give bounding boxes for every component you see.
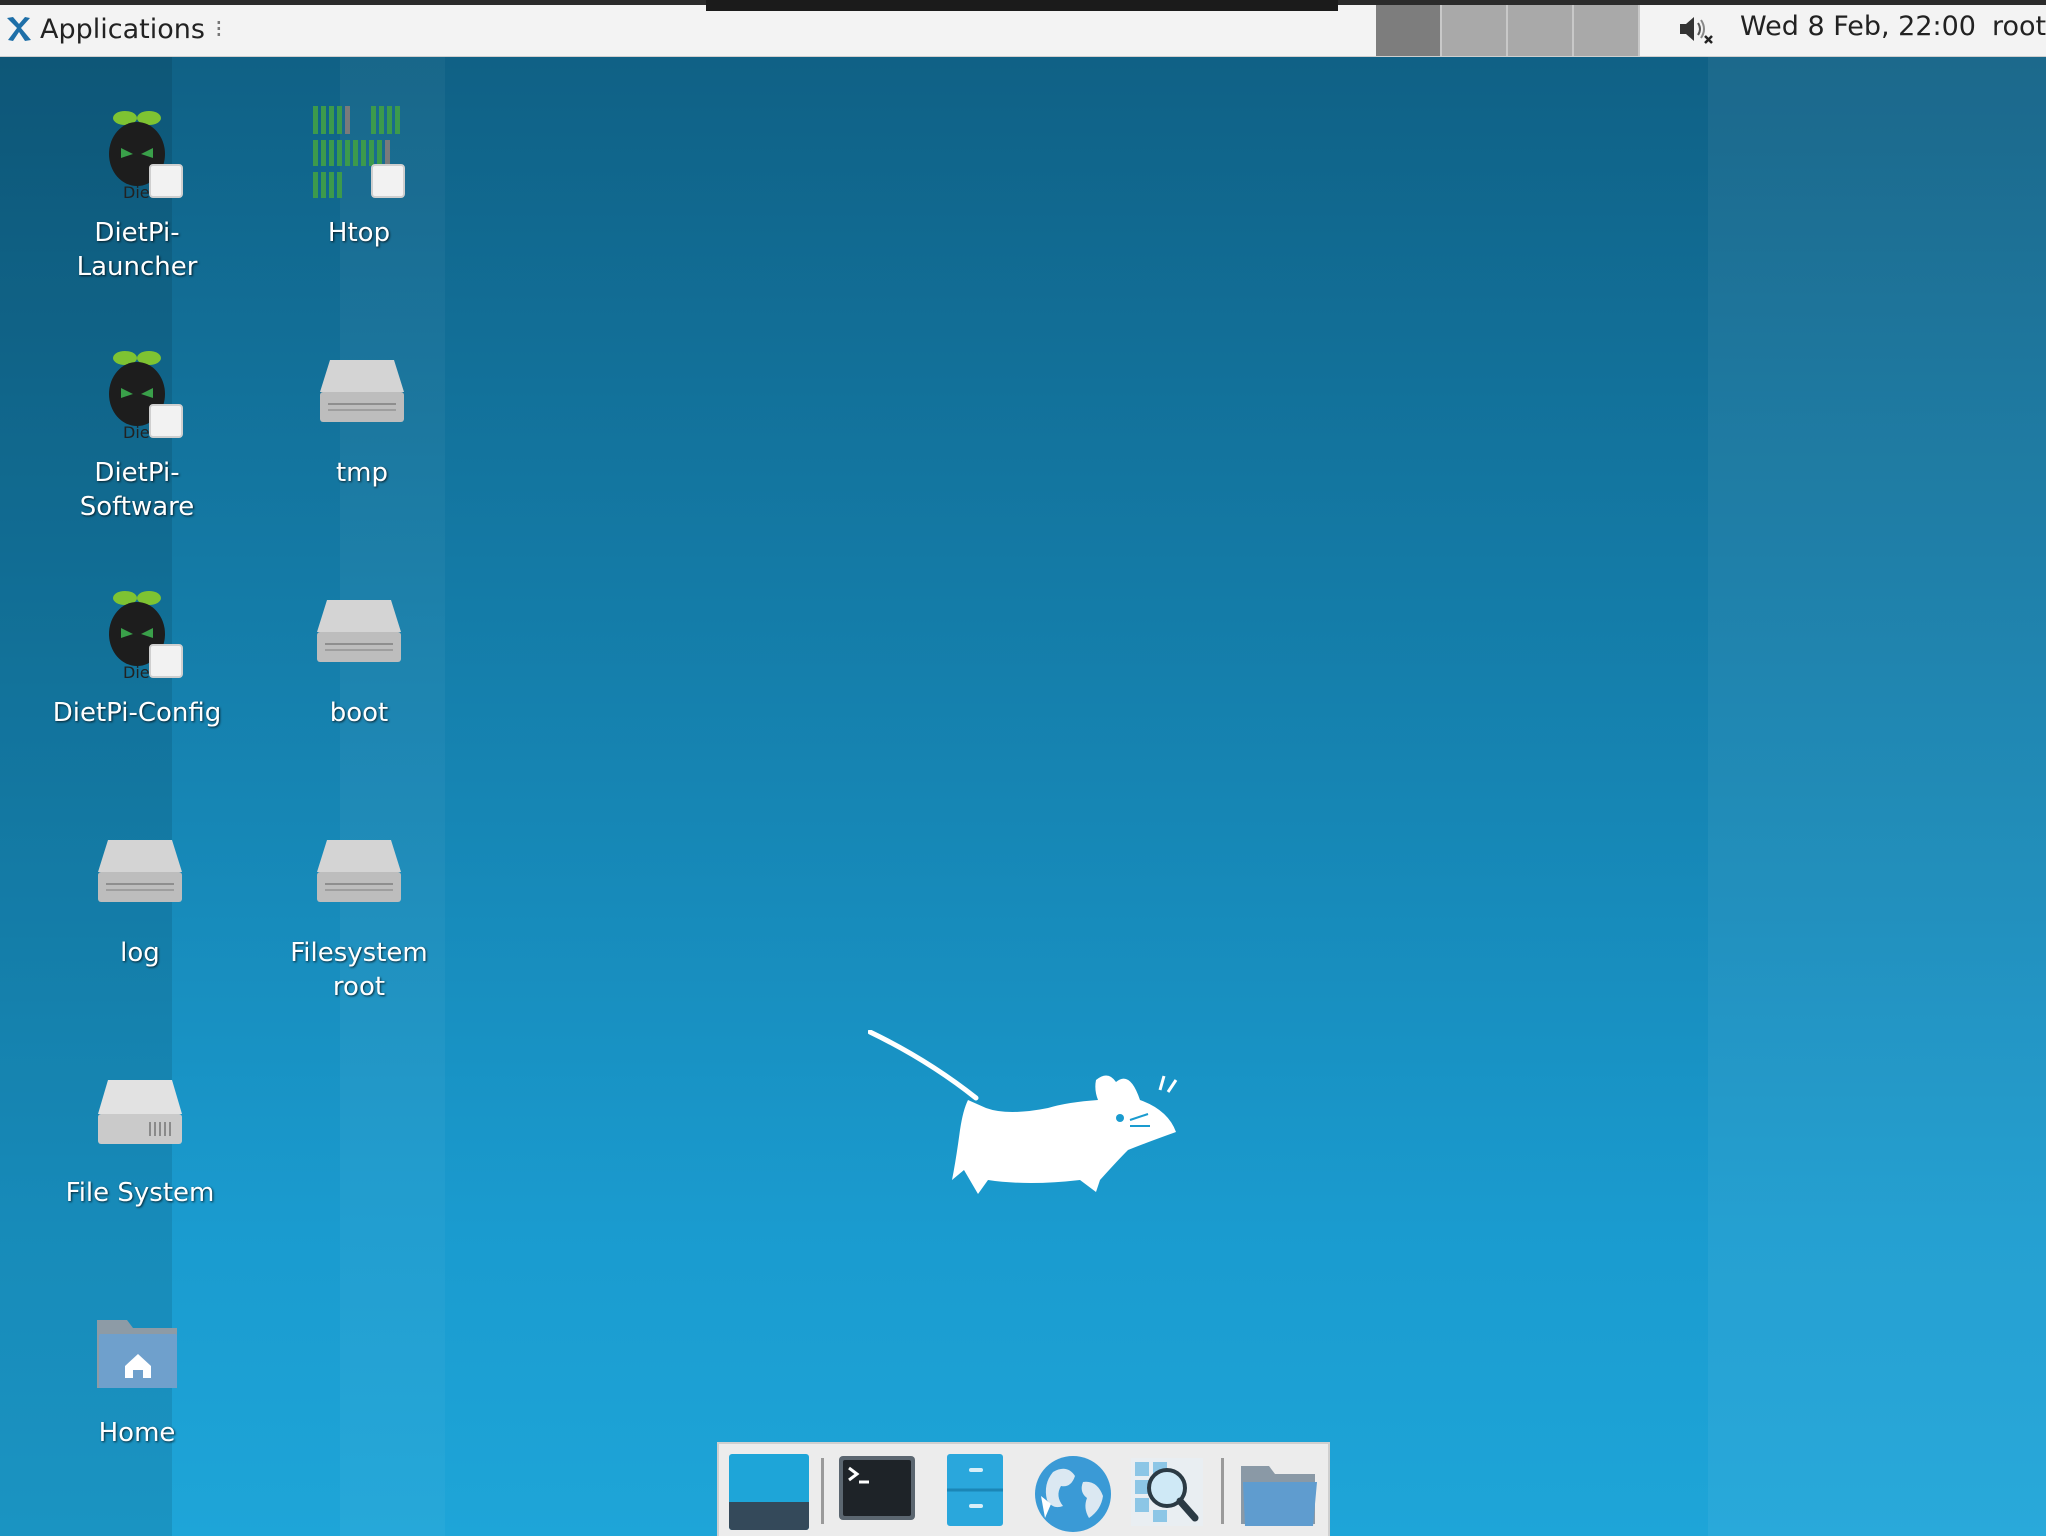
svg-text:Die: Die	[123, 663, 150, 682]
workspace-1[interactable]	[1376, 5, 1442, 56]
terminal-icon	[839, 1456, 915, 1520]
applications-label: Applications	[40, 13, 205, 45]
clock[interactable]: Wed 8 Feb, 22:00	[1740, 11, 1976, 42]
icon-label: File System	[65, 1178, 215, 1208]
drive-icon	[309, 824, 409, 924]
folder-icon	[1241, 1466, 1317, 1526]
background-stripe	[1708, 56, 2046, 1536]
xfce-mouse-wallpaper-logo	[867, 1029, 1188, 1210]
icon-label: tmp	[335, 458, 389, 488]
dietpi-logo-icon: Die	[87, 584, 187, 684]
dietpi-logo-icon: Die	[87, 104, 187, 204]
icon-label: DietPi-Config	[52, 698, 222, 728]
terminal-launcher[interactable]	[837, 1452, 921, 1532]
folder-launcher[interactable]	[1237, 1452, 1321, 1532]
icon-label: Htop	[327, 218, 391, 248]
drive-icon	[309, 584, 409, 684]
desktop-icon-tmp[interactable]: tmp	[257, 344, 467, 490]
dietpi-logo-icon: Die	[87, 344, 187, 444]
desktop-icon-filesystem-root[interactable]: Filesystem root	[254, 824, 464, 1004]
workspace-2[interactable]	[1442, 5, 1508, 56]
desktop-icon-htop[interactable]: Htop	[254, 104, 464, 250]
background-stripe	[340, 56, 445, 1536]
shortcut-arrow-icon	[149, 404, 183, 438]
desktop-icon-dietpi-software[interactable]: Die DietPi- Software	[32, 344, 242, 524]
file-cabinet-icon	[947, 1454, 1003, 1526]
desktop-icon-dietpi-launcher[interactable]: Die DietPi- Launcher	[32, 104, 242, 284]
shortcut-arrow-icon	[371, 164, 405, 198]
shortcut-arrow-icon	[149, 164, 183, 198]
drive-icon	[90, 824, 190, 924]
dock-separator	[1221, 1458, 1224, 1524]
app-finder-launcher[interactable]	[1127, 1452, 1211, 1532]
desktop-icon-home[interactable]: Home	[32, 1304, 242, 1450]
workspace-4[interactable]	[1574, 5, 1640, 56]
svg-text:Die: Die	[123, 423, 150, 442]
magnifier-icon	[1131, 1458, 1203, 1526]
shortcut-arrow-icon	[149, 644, 183, 678]
panel-center-strip	[706, 0, 1338, 11]
htop-icon	[309, 104, 409, 204]
web-browser-launcher[interactable]	[1031, 1452, 1115, 1532]
desktop-icon-dietpi-config[interactable]: Die DietPi-Config	[32, 584, 242, 730]
xfce-logo-icon	[7, 17, 31, 41]
desktop-icon-boot[interactable]: boot	[254, 584, 464, 730]
drive-icon	[90, 1064, 190, 1164]
show-desktop-button[interactable]	[725, 1452, 809, 1532]
desktop[interactable]: Applications ⁝ Wed 8 Feb, 22:00 root Die…	[0, 0, 2046, 1536]
drive-icon	[312, 344, 412, 444]
user-menu[interactable]: root	[1992, 11, 2046, 42]
desktop-icon-file-system[interactable]: File System	[35, 1064, 245, 1210]
show-desktop-icon	[729, 1454, 809, 1530]
globe-icon	[1035, 1456, 1111, 1532]
icon-label: Home	[98, 1418, 176, 1448]
icon-label: log	[120, 938, 160, 968]
panel-handle-icon: ⁝	[214, 15, 223, 43]
icon-label: boot	[329, 698, 389, 728]
workspace-switcher[interactable]	[1376, 5, 1640, 56]
svg-text:Die: Die	[123, 183, 150, 202]
bottom-dock	[717, 1442, 1330, 1536]
dock-separator	[821, 1458, 824, 1524]
volume-muted-icon[interactable]	[1676, 12, 1716, 46]
applications-menu-button[interactable]: Applications ⁝	[4, 8, 223, 50]
workspace-3[interactable]	[1508, 5, 1574, 56]
icon-label: Filesystem root	[290, 938, 428, 1002]
desktop-icon-log[interactable]: log	[35, 824, 245, 970]
top-panel: Applications ⁝ Wed 8 Feb, 22:00 root	[0, 0, 2046, 57]
icon-label: DietPi- Launcher	[76, 218, 198, 282]
home-folder-icon	[87, 1304, 187, 1404]
file-cabinet-launcher[interactable]	[933, 1452, 1017, 1532]
icon-label: DietPi- Software	[79, 458, 195, 522]
